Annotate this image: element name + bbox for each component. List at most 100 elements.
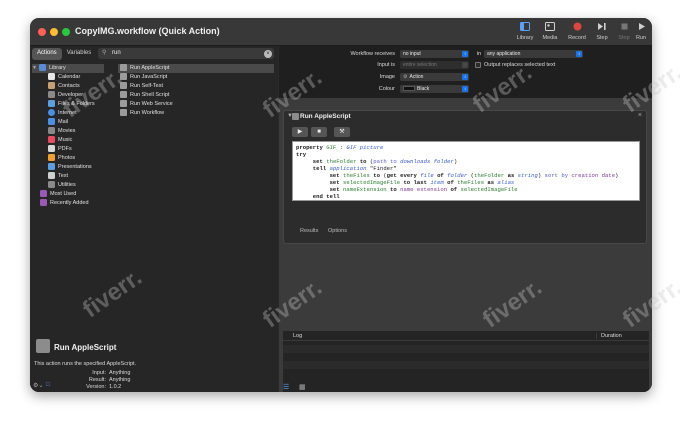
step-toolbar-button[interactable]: Step (591, 22, 613, 41)
presentations-icon (48, 162, 55, 170)
tab-actions[interactable]: Actions (32, 48, 62, 60)
action-run-applescript[interactable]: Run AppleScript (118, 63, 274, 73)
record-toolbar-button[interactable]: Record (566, 22, 588, 41)
output-replaces-checkbox[interactable] (475, 62, 481, 68)
run-toolbar-button[interactable]: Run (630, 22, 652, 41)
library-item-label: PDFs (58, 146, 72, 152)
library-item-photos[interactable]: Photos (48, 153, 75, 163)
library-item-files-folders[interactable]: Files & Folders (48, 99, 95, 109)
library-item-label: Mail (58, 119, 69, 125)
image-popup[interactable]: ⚙ Action ↕ (400, 73, 469, 81)
application-value: any application (487, 51, 521, 57)
disclosure-icon: ▼ (32, 65, 37, 71)
action-run-self-test[interactable]: Run Self-Test (118, 81, 274, 91)
media-icon (539, 22, 561, 33)
compile-script-button[interactable]: ⚒ (334, 127, 350, 137)
media-toolbar-button[interactable]: Media (539, 22, 561, 41)
tab-variables[interactable]: Variables (62, 48, 97, 60)
library-item-developer[interactable]: Developer (48, 90, 83, 100)
run-toolbar-label: Run (635, 35, 647, 41)
library-item-library[interactable]: ▼ Library (32, 63, 104, 73)
close-icon[interactable]: × (638, 112, 642, 119)
library-item-calendar[interactable]: Calendar (48, 72, 80, 82)
folder-icon (48, 99, 55, 107)
applescript-icon (292, 113, 299, 120)
applescript-editor[interactable]: property GIF : GIF picture try set theFo… (292, 141, 640, 201)
library-item-label: Library (48, 65, 66, 71)
log-row (283, 361, 649, 369)
library-item-utilities[interactable]: Utilities (48, 180, 76, 190)
log-column-header: Log (293, 333, 303, 339)
library-item-recently-added[interactable]: Recently Added (40, 198, 89, 208)
library-item-presentations[interactable]: Presentations (48, 162, 92, 172)
action-run-shell-script[interactable]: Run Shell Script (118, 90, 274, 100)
description-title: Run AppleScript (54, 343, 117, 352)
shell-script-icon (120, 90, 127, 98)
receives-value: no input (403, 51, 421, 57)
sidebar-icon (514, 22, 536, 33)
library-item-label: Most Used (50, 191, 77, 197)
title-bar: CopyIMG.workflow (Quick Action) Library … (30, 18, 652, 46)
stop-script-button[interactable]: ■ (311, 127, 327, 137)
action-label: Run Shell Script (130, 92, 170, 98)
utilities-icon (48, 180, 55, 188)
calendar-icon (48, 72, 55, 80)
minimize-window-button[interactable] (50, 28, 58, 36)
log-header: Log Duration (283, 331, 649, 341)
text-icon (48, 171, 55, 179)
library-item-internet[interactable]: Internet (48, 108, 77, 118)
action-run-javascript[interactable]: Run JavaScript (118, 72, 274, 82)
action-label: Run AppleScript (130, 65, 170, 71)
results-tab[interactable]: Results (300, 228, 318, 234)
library-item-text[interactable]: Text (48, 171, 68, 181)
play-icon (630, 22, 652, 33)
library-item-label: Internet (58, 110, 77, 116)
library-item-mail[interactable]: Mail (48, 117, 69, 127)
workflow-footer: ☰ ▦ (279, 382, 652, 392)
library-item-label: Presentations (58, 164, 92, 170)
action-run-workflow[interactable]: Run Workflow (118, 108, 274, 118)
run-script-button[interactable]: ▶ (292, 127, 308, 137)
library-footer: ⚙⌄ □ (30, 382, 278, 392)
description-toggle-icon[interactable]: □ (46, 382, 50, 388)
options-tab[interactable]: Options (328, 228, 347, 234)
chevron-updown-icon: ↕ (462, 62, 468, 68)
search-icon: ⚲ (102, 50, 107, 56)
library-toolbar-button[interactable]: Library (514, 22, 536, 41)
output-replaces-label: Output replaces selected text (484, 62, 556, 68)
receives-popup[interactable]: no input ↕ (400, 50, 469, 58)
list-view-icon[interactable]: ☰ (283, 383, 289, 391)
library-item-pdfs[interactable]: PDFs (48, 144, 72, 154)
library-item-movies[interactable]: Movies (48, 126, 76, 136)
application-popup[interactable]: any application ↕ (484, 50, 583, 58)
library-item-label: Contacts (58, 83, 80, 89)
colour-swatch (403, 85, 415, 91)
workflow-receives-label: Workflow receives (350, 51, 395, 57)
library-item-label: Movies (58, 128, 76, 134)
zoom-window-button[interactable] (62, 28, 70, 36)
gear-menu-icon[interactable]: ⚙⌄ (33, 382, 43, 389)
library-item-label: Utilities (58, 182, 76, 188)
action-run-web-service[interactable]: Run Web Service (118, 99, 274, 109)
library-item-contacts[interactable]: Contacts (48, 81, 80, 91)
in-label: in (476, 51, 481, 57)
close-window-button[interactable] (38, 28, 46, 36)
action-card-header: ▼ Run AppleScript × (284, 111, 646, 123)
colour-value: Black (417, 86, 430, 92)
input-meta-value: Anything (109, 370, 131, 376)
grid-view-icon[interactable]: ▦ (299, 383, 306, 391)
library-item-label: Recently Added (50, 200, 89, 206)
input-is-popup[interactable]: entire selection ↕ (400, 61, 469, 69)
hammer-icon: ⚒ (339, 129, 345, 135)
search-input[interactable]: ⚲ run × (98, 48, 274, 59)
library-item-music[interactable]: Music (48, 135, 72, 145)
photos-icon (48, 153, 55, 161)
log-row (283, 345, 649, 353)
input-meta-label: Input: (92, 370, 106, 376)
library-item-most-used[interactable]: Most Used (40, 189, 77, 199)
developer-icon (48, 90, 55, 98)
action-card-title: Run AppleScript (300, 113, 351, 120)
clear-search-icon[interactable]: × (264, 49, 272, 58)
library-list: ▼ Library Calendar Contacts Developer Fil… (30, 62, 116, 274)
colour-popup[interactable]: Black ↕ (400, 85, 469, 93)
